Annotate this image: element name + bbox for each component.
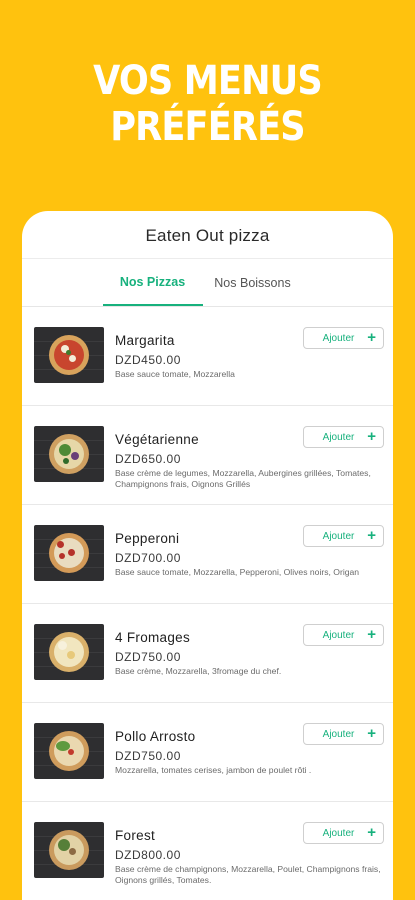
pizza-image [34,525,104,581]
item-name: Margarita [115,333,175,348]
item-name: Végétarienne [115,432,199,447]
item-description: Mozzarella, tomates cerises, jambon de p… [115,765,312,775]
promo-headline: VOS MENUS PRÉFÉRÉS [0,58,415,150]
store-header: Eaten Out pizza [22,211,393,259]
plus-icon: + [367,428,376,445]
item-price: DZD750.00 [115,650,181,664]
item-name: Forest [115,828,156,843]
plus-icon: + [367,527,376,544]
add-button-label: Ajouter [322,332,355,344]
list-item[interactable]: Margarita DZD450.00 Base sauce tomate, M… [22,307,393,406]
item-name: 4 Fromages [115,630,191,645]
item-price: DZD750.00 [115,749,181,763]
plus-icon: + [367,329,376,346]
list-item[interactable]: Pepperoni DZD700.00 Base sauce tomate, M… [22,505,393,604]
add-button-label: Ajouter [322,431,355,443]
headline-line-2: PRÉFÉRÉS [110,104,305,150]
add-button[interactable]: Ajouter + [303,822,384,844]
item-price: DZD800.00 [115,848,181,862]
pizza-image [34,822,104,878]
item-name: Pollo Arrosto [115,729,196,744]
item-name: Pepperoni [115,531,180,546]
add-button-label: Ajouter [322,728,355,740]
item-price: DZD700.00 [115,551,181,565]
menu-tabs: Nos Pizzas Nos Boissons [22,259,393,307]
pizza-image [34,723,104,779]
add-button-label: Ajouter [322,530,355,542]
tab-nos-pizzas[interactable]: Nos Pizzas [102,259,203,306]
add-button[interactable]: Ajouter + [303,525,384,547]
pizza-image [34,426,104,482]
add-button-label: Ajouter [322,629,355,641]
tab-nos-boissons[interactable]: Nos Boissons [203,259,303,306]
app-screen: Eaten Out pizza Nos Pizzas Nos Boissons … [22,211,393,900]
pizza-list: Margarita DZD450.00 Base sauce tomate, M… [22,307,393,900]
item-description: Base sauce tomate, Mozzarella [115,369,235,379]
store-title: Eaten Out pizza [145,225,270,245]
item-description: Base crème de champignons, Mozzarella, P… [115,864,381,885]
add-button[interactable]: Ajouter + [303,327,384,349]
add-button[interactable]: Ajouter + [303,723,384,745]
add-button-label: Ajouter [322,827,355,839]
plus-icon: + [367,725,376,742]
item-description: Base sauce tomate, Mozzarella, Pepperoni… [115,567,360,577]
item-description: Base crème, Mozzarella, 3fromage du chef… [115,666,282,676]
headline-line-1: VOS MENUS [93,58,323,104]
list-item[interactable]: Végétarienne DZD650.00 Base crème de leg… [22,406,393,505]
add-button[interactable]: Ajouter + [303,426,384,448]
list-item[interactable]: 4 Fromages DZD750.00 Base crème, Mozzare… [22,604,393,703]
pizza-image [34,624,104,680]
item-price: DZD450.00 [115,353,181,367]
plus-icon: + [367,824,376,841]
list-item[interactable]: Pollo Arrosto DZD750.00 Mozzarella, toma… [22,703,393,802]
list-item[interactable]: Forest DZD800.00 Base crème de champigno… [22,802,393,900]
item-description: Base crème de legumes, Mozzarella, Auber… [115,468,371,489]
add-button[interactable]: Ajouter + [303,624,384,646]
plus-icon: + [367,626,376,643]
item-price: DZD650.00 [115,452,181,466]
pizza-image [34,327,104,383]
